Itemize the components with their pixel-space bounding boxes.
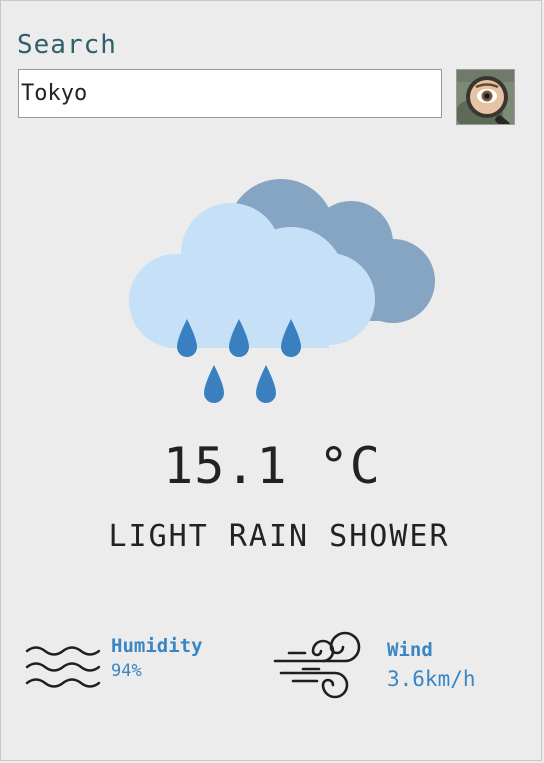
- search-input[interactable]: [18, 69, 442, 118]
- humidity-value: 94%: [111, 661, 142, 681]
- waves-icon: [25, 646, 101, 688]
- magnifying-glass-eye-icon: [457, 70, 514, 124]
- humidity-label: Humidity: [111, 635, 203, 657]
- cloud-rain-shower-icon: [129, 179, 435, 403]
- weather-app-window: Search Tokyo 15.1 °C LIGHT RAIN SHOWER H…: [0, 0, 542, 761]
- temperature-value: 15.1 °C: [163, 437, 381, 495]
- wind-icon: [273, 631, 361, 699]
- wind-label: Wind: [387, 639, 433, 661]
- weather-condition: LIGHT RAIN SHOWER: [108, 519, 450, 554]
- wind-value: 3.6km/h: [387, 667, 476, 691]
- search-button[interactable]: [456, 69, 515, 125]
- search-label: Search: [17, 30, 117, 60]
